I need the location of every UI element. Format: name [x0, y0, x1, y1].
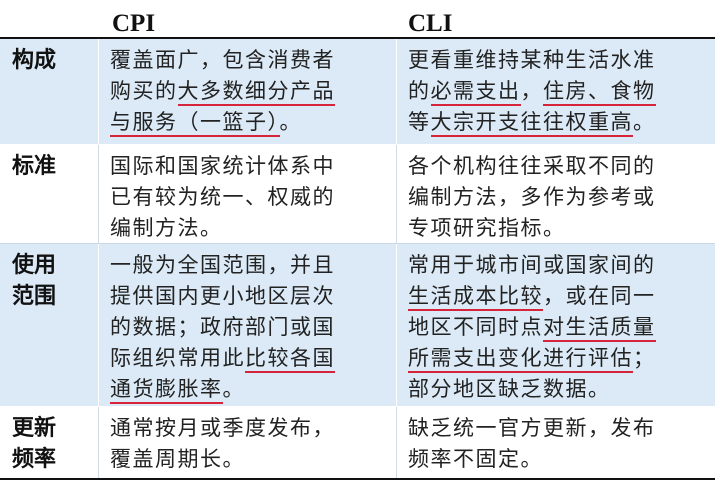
text-segment: 等 — [408, 110, 431, 134]
text-segment: 通常按月或季度发布， — [110, 416, 335, 440]
text-line: 编制方法。 — [110, 213, 335, 244]
text-segment: ， — [520, 79, 543, 103]
text-line: 通常按月或季度发布， — [110, 413, 335, 444]
text-segment: 提供国内更小地区层次 — [110, 284, 335, 308]
underlined-phrase: 必需支出 — [430, 79, 521, 106]
row-composition: 构成 覆盖面广，包含消费者 购买的大多数细分产品 与服务（一篮子）。 更看重维持某种… — [0, 39, 715, 144]
text-line: 更看重维持某种生活水准 — [408, 45, 656, 76]
row-update-frequency: 更新频率 通常按月或季度发布， 覆盖周期长。 缺乏统一官方更新，发布 频率不固定。 — [0, 407, 715, 478]
text-segment: 频率不固定。 — [408, 447, 543, 471]
underlined-phrase: 与服务（一篮子） — [110, 110, 280, 137]
text-line: 部分地区缺乏数据。 — [408, 374, 656, 405]
text-line: 提供国内更小地区层次 — [110, 281, 335, 312]
text-segment: 一般为全国范围，并且 — [110, 253, 335, 277]
text-line: 地区不同时点对生活质量 — [408, 312, 656, 343]
text-segment: 缺乏统一官方更新，发布 — [408, 416, 656, 440]
row-label: 构成 — [12, 45, 56, 76]
text-line: 覆盖面广，包含消费者 — [110, 45, 335, 76]
text-line: 一般为全国范围，并且 — [110, 250, 335, 281]
text-segment: 常用于城市间或国家间的 — [408, 253, 656, 277]
text-line: 等大宗开支往往权重高。 — [408, 107, 656, 138]
text-line: 编制方法，多作为参考或 — [408, 182, 656, 213]
text-line: 际组织常用此比较各国 — [110, 343, 335, 374]
cli-text: 缺乏统一官方更新，发布 频率不固定。 — [408, 413, 656, 475]
row-label: 使用 范围 — [12, 250, 56, 312]
text-segment: 覆盖周期长。 — [110, 447, 245, 471]
underlined-phrase: 大宗开支往往权重高 — [430, 110, 633, 137]
cli-text: 各个机构往往采取不同的 编制方法，多作为参考或 专项研究指标。 — [408, 151, 656, 244]
cpi-text: 覆盖面广，包含消费者 购买的大多数细分产品 与服务（一篮子）。 — [110, 45, 335, 138]
row-usage-scope: 使用 范围 一般为全国范围，并且 提供国内更小地区层次 的数据；政府部门或国 际组织常用… — [0, 244, 715, 406]
text-line: 购买的大多数细分产品 — [110, 76, 335, 107]
bottom-rule — [0, 478, 715, 480]
text-line: 国际和国家统计体系中 — [110, 151, 335, 182]
text-segment: 各个机构往往采取不同的 — [408, 154, 656, 178]
text-segment: 。 — [279, 110, 302, 134]
text-line: 与服务（一篮子）。 — [110, 107, 335, 138]
row-label-line: 频率 — [12, 447, 57, 472]
text-segment: 。 — [222, 377, 245, 401]
text-segment: ，或在同一 — [543, 284, 656, 308]
text-line: 覆盖周期长。 — [110, 444, 335, 475]
text-segment: 覆盖面广，包含消费者 — [110, 48, 335, 72]
row-label: 更新 频率 — [12, 413, 56, 475]
row-standard: 标准 国际和国家统计体系中 已有较为统一、权威的 编制方法。 各个机构往往采取不同的… — [0, 145, 715, 243]
underlined-phrase: 通货膨胀率 — [110, 377, 223, 404]
text-segment: 国际和国家统计体系中 — [110, 154, 335, 178]
text-line: 缺乏统一官方更新，发布 — [408, 413, 656, 444]
text-segment: 更看重维持某种生活水准 — [408, 48, 656, 72]
text-line: 生活成本比较，或在同一 — [408, 281, 656, 312]
text-line: 的数据；政府部门或国 — [110, 312, 335, 343]
text-segment: 的 — [408, 79, 431, 103]
text-segment: 编制方法，多作为参考或 — [408, 185, 656, 209]
underlined-phrase: 住房、食物 — [543, 79, 656, 106]
row-label-line: 构成 — [12, 48, 57, 73]
row-label-line: 使用 — [12, 253, 57, 278]
underlined-phrase: 所需支出变化进行评估 — [408, 346, 633, 373]
cpi-text: 国际和国家统计体系中 已有较为统一、权威的 编制方法。 — [110, 151, 335, 244]
text-segment: 已有较为统一、权威的 — [110, 185, 335, 209]
row-label-line: 范围 — [12, 284, 57, 309]
text-segment: 购买的 — [110, 79, 178, 103]
header-cpi: CPI — [112, 10, 156, 37]
text-line: 已有较为统一、权威的 — [110, 182, 335, 213]
text-line: 所需支出变化进行评估； — [408, 343, 656, 374]
row-label-line: 标准 — [12, 154, 57, 179]
text-line: 通货膨胀率。 — [110, 374, 335, 405]
text-segment: 际组织常用此 — [110, 346, 245, 370]
row-label-line: 更新 — [12, 416, 57, 441]
underlined-phrase: 对生活质量 — [543, 315, 656, 342]
cli-text: 常用于城市间或国家间的 生活成本比较，或在同一 地区不同时点对生活质量 所需支出变化进… — [408, 250, 656, 405]
cli-text: 更看重维持某种生活水准 的必需支出，住房、食物 等大宗开支往往权重高。 — [408, 45, 656, 138]
text-segment: 部分地区缺乏数据。 — [408, 377, 611, 401]
row-label: 标准 — [12, 151, 56, 182]
text-segment: 专项研究指标。 — [408, 216, 566, 240]
text-line: 的必需支出，住房、食物 — [408, 76, 656, 107]
underlined-phrase: 大多数细分产品 — [177, 79, 335, 106]
text-line: 常用于城市间或国家间的 — [408, 250, 656, 281]
cpi-text: 一般为全国范围，并且 提供国内更小地区层次 的数据；政府部门或国 际组织常用此比较各国… — [110, 250, 335, 405]
text-line: 各个机构往往采取不同的 — [408, 151, 656, 182]
underlined-phrase: 比较各国 — [245, 346, 335, 373]
text-segment: 地区不同时点 — [408, 315, 543, 339]
text-line: 专项研究指标。 — [408, 213, 656, 244]
text-segment: ； — [633, 346, 656, 370]
text-segment: 。 — [633, 110, 656, 134]
text-line: 频率不固定。 — [408, 444, 656, 475]
cpi-text: 通常按月或季度发布， 覆盖周期长。 — [110, 413, 335, 475]
header-cli: CLI — [408, 10, 453, 37]
text-segment: 的数据；政府部门或国 — [110, 315, 335, 339]
text-segment: 编制方法。 — [110, 216, 223, 240]
underlined-phrase: 生活成本比较 — [408, 284, 543, 311]
